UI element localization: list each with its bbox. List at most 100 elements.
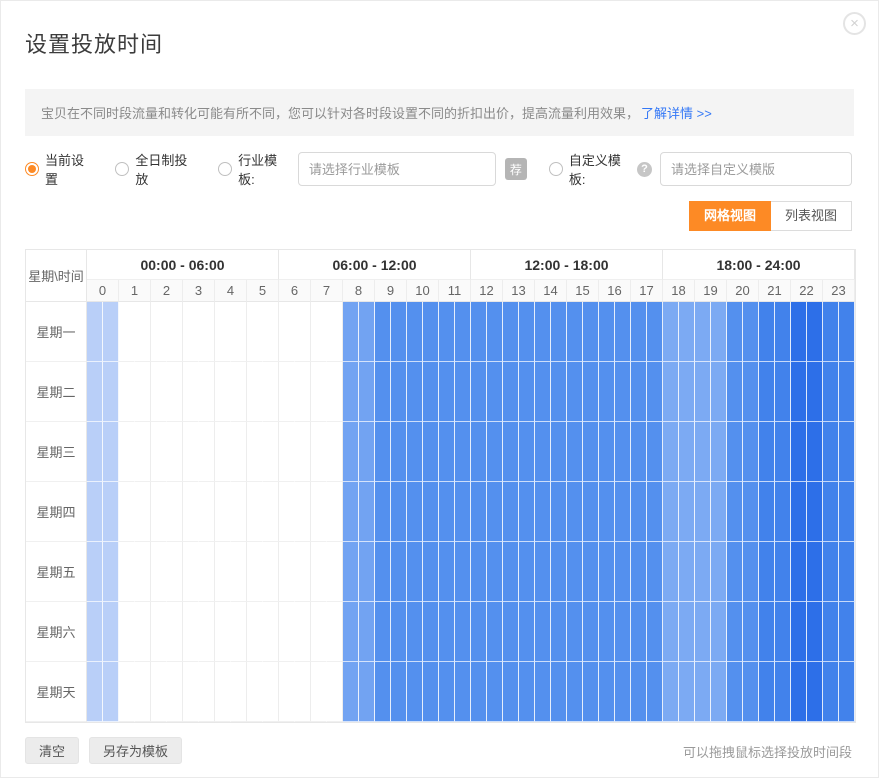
- time-slot-cell[interactable]: [263, 362, 279, 422]
- time-slot-cell[interactable]: [263, 302, 279, 362]
- time-slot-cell[interactable]: [359, 422, 375, 482]
- time-slot-cell[interactable]: [615, 302, 631, 362]
- time-slot-cell[interactable]: [839, 422, 855, 482]
- time-slot-cell[interactable]: [311, 542, 327, 602]
- time-slot-cell[interactable]: [199, 542, 215, 602]
- time-slot-cell[interactable]: [519, 482, 535, 542]
- time-slot-cell[interactable]: [711, 302, 727, 362]
- time-slot-cell[interactable]: [375, 602, 391, 662]
- time-slot-cell[interactable]: [519, 422, 535, 482]
- time-slot-cell[interactable]: [87, 482, 103, 542]
- time-slot-cell[interactable]: [247, 302, 263, 362]
- time-slot-cell[interactable]: [727, 362, 743, 422]
- time-slot-cell[interactable]: [727, 302, 743, 362]
- time-slot-cell[interactable]: [679, 602, 695, 662]
- time-slot-cell[interactable]: [583, 302, 599, 362]
- time-slot-cell[interactable]: [135, 482, 151, 542]
- time-slot-cell[interactable]: [279, 602, 295, 662]
- time-slot-cell[interactable]: [839, 602, 855, 662]
- time-slot-cell[interactable]: [839, 542, 855, 602]
- time-slot-cell[interactable]: [599, 302, 615, 362]
- time-slot-cell[interactable]: [327, 602, 343, 662]
- time-slot-cell[interactable]: [487, 362, 503, 422]
- time-slot-cell[interactable]: [791, 482, 807, 542]
- time-slot-cell[interactable]: [391, 302, 407, 362]
- time-slot-cell[interactable]: [487, 422, 503, 482]
- time-slot-cell[interactable]: [135, 422, 151, 482]
- time-slot-cell[interactable]: [295, 602, 311, 662]
- time-slot-cell[interactable]: [791, 302, 807, 362]
- time-slot-cell[interactable]: [199, 662, 215, 722]
- time-slot-cell[interactable]: [807, 602, 823, 662]
- time-slot-cell[interactable]: [631, 482, 647, 542]
- time-slot-cell[interactable]: [167, 542, 183, 602]
- time-slot-cell[interactable]: [535, 302, 551, 362]
- time-slot-cell[interactable]: [167, 302, 183, 362]
- save-as-template-button[interactable]: 另存为模板: [89, 737, 182, 764]
- time-slot-cell[interactable]: [295, 302, 311, 362]
- time-slot-cell[interactable]: [295, 662, 311, 722]
- time-slot-cell[interactable]: [135, 302, 151, 362]
- time-slot-cell[interactable]: [743, 362, 759, 422]
- time-slot-cell[interactable]: [583, 542, 599, 602]
- time-slot-cell[interactable]: [103, 302, 119, 362]
- time-slot-cell[interactable]: [471, 542, 487, 602]
- time-slot-cell[interactable]: [775, 422, 791, 482]
- time-slot-cell[interactable]: [695, 362, 711, 422]
- time-slot-cell[interactable]: [167, 662, 183, 722]
- time-slot-cell[interactable]: [695, 662, 711, 722]
- time-slot-cell[interactable]: [151, 602, 167, 662]
- time-slot-cell[interactable]: [119, 662, 135, 722]
- clear-button[interactable]: 清空: [25, 737, 79, 764]
- time-slot-cell[interactable]: [247, 422, 263, 482]
- time-slot-cell[interactable]: [839, 662, 855, 722]
- time-slot-cell[interactable]: [807, 362, 823, 422]
- time-slot-cell[interactable]: [807, 422, 823, 482]
- time-slot-cell[interactable]: [503, 482, 519, 542]
- time-slot-cell[interactable]: [807, 302, 823, 362]
- time-slot-cell[interactable]: [775, 602, 791, 662]
- time-slot-cell[interactable]: [311, 602, 327, 662]
- time-slot-cell[interactable]: [423, 602, 439, 662]
- time-slot-cell[interactable]: [839, 362, 855, 422]
- time-slot-cell[interactable]: [535, 662, 551, 722]
- time-slot-cell[interactable]: [663, 302, 679, 362]
- time-slot-cell[interactable]: [183, 542, 199, 602]
- time-slot-cell[interactable]: [471, 362, 487, 422]
- time-slot-cell[interactable]: [263, 662, 279, 722]
- time-slot-cell[interactable]: [551, 542, 567, 602]
- time-slot-cell[interactable]: [199, 422, 215, 482]
- time-slot-cell[interactable]: [295, 482, 311, 542]
- time-slot-cell[interactable]: [103, 602, 119, 662]
- time-slot-cell[interactable]: [471, 422, 487, 482]
- time-slot-cell[interactable]: [503, 362, 519, 422]
- time-slot-cell[interactable]: [775, 362, 791, 422]
- time-slot-cell[interactable]: [375, 482, 391, 542]
- time-slot-cell[interactable]: [247, 542, 263, 602]
- time-slot-cell[interactable]: [439, 602, 455, 662]
- time-slot-cell[interactable]: [695, 422, 711, 482]
- time-slot-cell[interactable]: [519, 602, 535, 662]
- time-slot-cell[interactable]: [87, 542, 103, 602]
- time-slot-cell[interactable]: [823, 302, 839, 362]
- time-slot-cell[interactable]: [455, 602, 471, 662]
- time-slot-cell[interactable]: [199, 482, 215, 542]
- time-slot-cell[interactable]: [167, 482, 183, 542]
- time-slot-cell[interactable]: [263, 542, 279, 602]
- time-slot-cell[interactable]: [663, 422, 679, 482]
- time-slot-cell[interactable]: [727, 542, 743, 602]
- time-slot-cell[interactable]: [823, 362, 839, 422]
- time-slot-cell[interactable]: [327, 302, 343, 362]
- time-slot-cell[interactable]: [823, 422, 839, 482]
- time-slot-cell[interactable]: [791, 422, 807, 482]
- time-slot-cell[interactable]: [135, 662, 151, 722]
- time-slot-cell[interactable]: [551, 422, 567, 482]
- time-slot-cell[interactable]: [215, 362, 231, 422]
- time-slot-cell[interactable]: [295, 362, 311, 422]
- time-slot-cell[interactable]: [727, 422, 743, 482]
- time-slot-cell[interactable]: [279, 422, 295, 482]
- time-slot-cell[interactable]: [231, 602, 247, 662]
- industry-template-input[interactable]: [298, 152, 496, 186]
- time-slot-cell[interactable]: [423, 542, 439, 602]
- time-slot-cell[interactable]: [583, 602, 599, 662]
